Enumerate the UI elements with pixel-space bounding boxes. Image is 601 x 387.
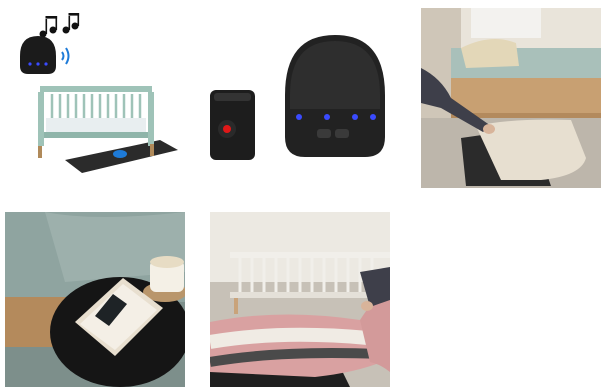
crib-rug-scene [210,212,390,387]
speaker-icon [20,36,56,74]
bedside-scene [5,212,185,387]
product-devices-image [205,25,400,170]
rug [210,314,386,377]
bedside-table-photo [5,212,185,387]
bed-rug-scene [421,8,601,188]
crib-speaker-illustration [10,8,200,186]
speaker-unit [285,35,385,157]
product-illustration-image [10,8,200,186]
receiver-and-speaker [205,25,400,170]
crib-rug-photo [210,212,390,387]
handheld-receiver [210,90,255,160]
bed-rug-photo [421,8,601,188]
